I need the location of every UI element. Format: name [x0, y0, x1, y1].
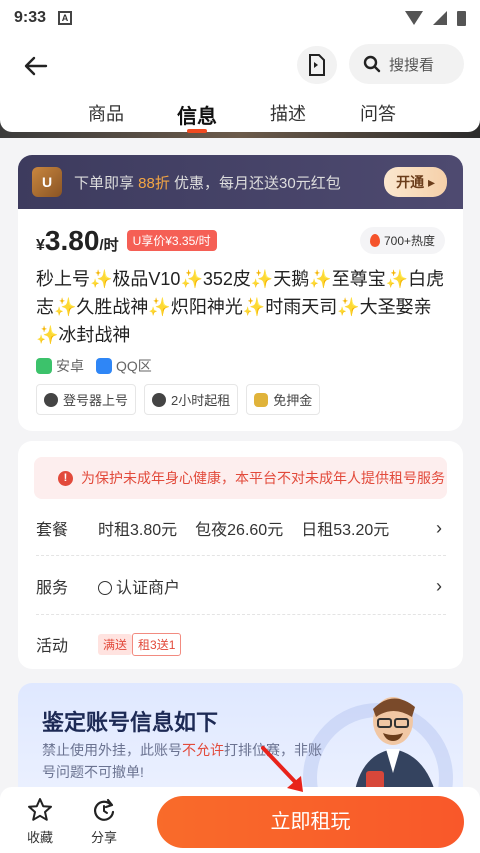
tag-no-deposit-label: 免押金 [273, 393, 313, 408]
service-value: 认证商户 [116, 580, 181, 597]
feature-tags: 登号器上号 2小时起租 免押金 [36, 384, 321, 415]
qq-icon [96, 358, 112, 374]
price-row: ¥ 3.80 /时 U享价¥3.35/时 [36, 225, 217, 257]
signal-icon [433, 11, 447, 25]
chip-qq-label: QQ区 [116, 358, 152, 374]
activity-tag-gift: 满送 [98, 633, 133, 655]
chevron-right-icon: › [436, 575, 442, 596]
battery-icon [457, 10, 466, 26]
status-time: 9:33 [14, 9, 47, 26]
search-icon [363, 55, 381, 73]
favorite-button[interactable]: 收藏 [18, 797, 62, 846]
activity-row: 活动 满送 租3送1 [36, 615, 446, 673]
tab-qa[interactable]: 问答 [360, 100, 396, 126]
appraisal-card: 鉴定账号信息如下 禁止使用外挂，此账号不允许打排位赛，非账号问题不可撤单! [18, 683, 463, 803]
top-header: 搜搜看 商品 信息 描述 问答 [0, 36, 480, 133]
details-card: ! 为保护未成年身心健康，本平台不对未成年人提供租号服务 套餐 时租3.80元 … [18, 441, 463, 669]
package-row[interactable]: 套餐 时租3.80元 包夜26.60元 日租53.20元 › [36, 499, 446, 557]
price-unit: /时 [99, 237, 119, 254]
package-overnight: 包夜26.60元 [195, 522, 284, 539]
check-circle-icon [98, 581, 112, 595]
share-icon [93, 798, 115, 821]
appraisal-desc-highlight: 不允许 [182, 742, 224, 758]
chevron-right-icon: › [436, 517, 442, 538]
vip-badge-icon: U [32, 167, 62, 197]
arrow-left-icon [24, 56, 48, 76]
package-hourly: 时租3.80元 [98, 522, 178, 539]
appraisal-desc-prefix: 禁止使用外挂，此账号 [42, 742, 182, 758]
vip-text: 下单即享 88折 优惠，每月还送30元红包 [74, 172, 341, 193]
vip-open-button[interactable]: 开通 ▸ [384, 167, 447, 197]
activity-tag-rent3get1: 租3送1 [132, 632, 182, 656]
price-currency: ¥ [36, 237, 45, 254]
platform-chips: 安卓 QQ区 [36, 356, 152, 376]
product-title: 秒上号✨极品V10✨352皮✨天鹅✨至尊宝✨白虎志✨久胜战神✨炽阳神光✨时雨天司… [36, 269, 445, 345]
service-value-wrap: 认证商户 [98, 574, 180, 598]
minor-warning-banner: ! 为保护未成年身心健康，本平台不对未成年人提供租号服务 [34, 457, 447, 499]
warning-text: 为保护未成年身心健康，本平台不对未成年人提供租号服务 [81, 470, 445, 486]
search-box[interactable]: 搜搜看 [349, 44, 464, 84]
vip-banner[interactable]: U 下单即享 88折 优惠，每月还送30元红包 开通 ▸ [18, 155, 463, 209]
star-icon [28, 798, 52, 821]
package-label: 套餐 [36, 522, 69, 539]
flame-icon [369, 234, 380, 247]
status-bar: 9:33 A [0, 0, 480, 36]
appraisal-description: 禁止使用外挂，此账号不允许打排位赛，非账号问题不可撤单! [42, 739, 322, 783]
share-button[interactable]: 分享 [82, 797, 126, 846]
vip-text-suffix: 优惠，每月还送30元红包 [169, 174, 341, 192]
active-tab-indicator [187, 129, 207, 133]
service-label: 服务 [36, 580, 69, 597]
tag-min-hours: 2小时起租 [144, 384, 239, 415]
warning-icon: ! [58, 470, 73, 486]
vip-text-prefix: 下单即享 [74, 174, 139, 192]
tag-login-tool: 登号器上号 [36, 384, 137, 415]
search-placeholder: 搜搜看 [389, 56, 435, 74]
share-document-button[interactable] [297, 46, 337, 84]
product-card: U 下单即享 88折 优惠，每月还送30元红包 开通 ▸ ¥ 3.80 /时 U… [18, 155, 463, 431]
package-daily: 日租53.20元 [301, 522, 390, 539]
appraisal-title: 鉴定账号信息如下 [42, 710, 219, 735]
package-values: 时租3.80元 包夜26.60元 日租53.20元 [98, 516, 389, 540]
rent-now-button[interactable]: 立即租玩 [157, 796, 464, 848]
tab-description[interactable]: 描述 [270, 100, 306, 126]
tab-bar: 商品 信息 描述 问答 [0, 96, 480, 132]
chip-android-label: 安卓 [56, 358, 84, 374]
divider [36, 555, 446, 556]
wifi-icon [405, 11, 423, 25]
arrow-up-circle-icon [44, 392, 58, 407]
favorite-label: 收藏 [26, 830, 53, 845]
vip-price-tag: U享价¥3.35/时 [126, 230, 217, 251]
document-share-icon [309, 54, 325, 76]
activity-label: 活动 [36, 638, 69, 655]
money-bag-icon [254, 392, 269, 407]
app-notification-icon: A [58, 11, 73, 25]
chip-qq: QQ区 [96, 356, 152, 376]
tag-no-deposit: 免押金 [246, 384, 321, 415]
android-icon [36, 358, 52, 374]
heat-text: 700+热度 [383, 234, 435, 248]
chip-android: 安卓 [36, 356, 84, 376]
vip-discount: 88折 [138, 174, 170, 192]
mascot-illustration [353, 697, 438, 803]
share-label: 分享 [90, 830, 117, 845]
tab-info[interactable]: 信息 [177, 100, 217, 129]
price-value: 3.80 [44, 225, 100, 256]
tab-goods[interactable]: 商品 [88, 100, 124, 126]
heat-badge: 700+热度 [359, 227, 445, 254]
service-row[interactable]: 服务 认证商户 › [36, 557, 446, 615]
tag-min-hours-label: 2小时起租 [171, 393, 231, 408]
tag-login-tool-label: 登号器上号 [63, 393, 129, 408]
clock-icon [152, 392, 167, 407]
back-button[interactable] [20, 50, 52, 82]
